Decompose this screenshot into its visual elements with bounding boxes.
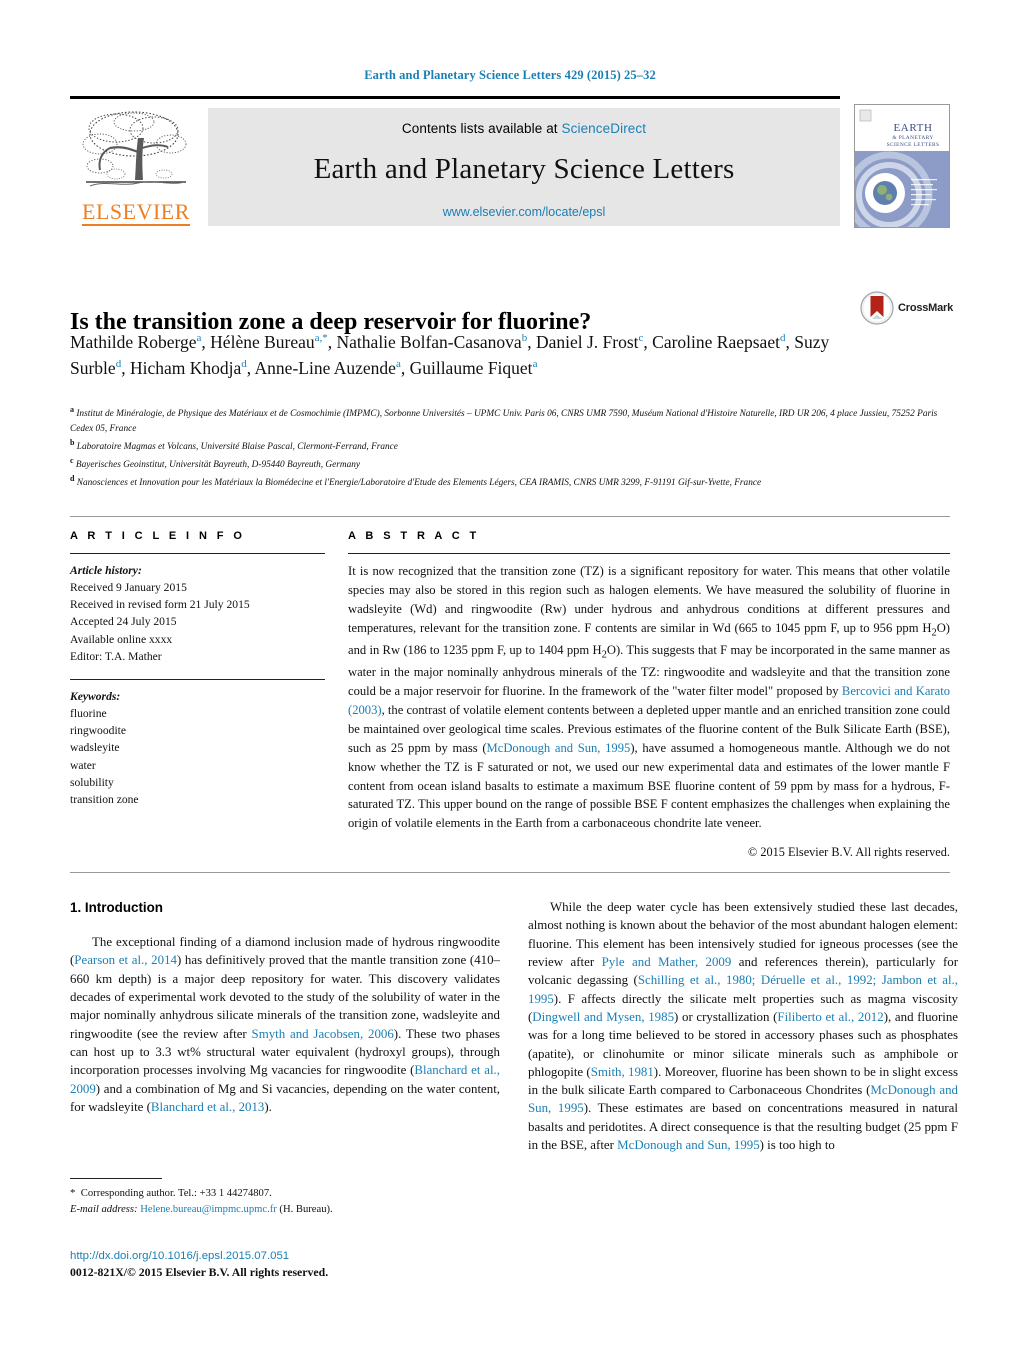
keyword-item: wadsleyite	[70, 741, 120, 755]
contents-prefix: Contents lists available at	[401, 121, 562, 136]
crossmark-badge[interactable]: CrossMark	[860, 288, 958, 328]
info-top-rule	[70, 516, 950, 517]
footnote-block: * Corresponding author. Tel.: +33 1 4427…	[70, 1178, 500, 1217]
affiliation-text: Institut de Minéralogie, de Physique des…	[70, 409, 938, 435]
article-info-heading: A R T I C L E I N F O	[70, 530, 246, 542]
section-heading-introduction: 1. Introduction	[70, 900, 163, 915]
journal-cover-thumbnail: EARTH & PLANETARY SCIENCE LETTERS	[854, 104, 950, 228]
article-info-column: A R T I C L E I N F O Article history: R…	[70, 530, 325, 808]
body-column-right: While the deep water cycle has been exte…	[528, 898, 958, 1154]
affiliation-marker: d	[70, 474, 75, 484]
history-item: Editor: T.A. Mather	[70, 649, 162, 663]
abstract-column: A B S T R A C T It is now recognized tha…	[348, 530, 950, 860]
keywords-label: Keywords:	[70, 689, 121, 703]
doi-link[interactable]: http://dx.doi.org/10.1016/j.epsl.2015.07…	[70, 1248, 500, 1264]
elsevier-tree-icon	[82, 111, 187, 187]
journal-cover-image: EARTH & PLANETARY SCIENCE LETTERS	[855, 105, 949, 227]
keyword-item: solubility	[70, 775, 114, 789]
author-list: Mathilde Robergea, Hélène Bureaua,*, Nat…	[70, 332, 830, 378]
running-head: Earth and Planetary Science Letters 429 …	[364, 68, 656, 82]
affiliation-text: Bayerisches Geoinstitut, Universität Bay…	[75, 460, 360, 471]
intro-paragraph-left: The exceptional finding of a diamond inc…	[70, 935, 500, 1114]
elsevier-logo: ELSEVIER	[72, 108, 200, 226]
abstract-copyright: © 2015 Elsevier B.V. All rights reserved…	[747, 845, 950, 860]
info-bottom-rule	[70, 872, 950, 873]
svg-text:SCIENCE LETTERS: SCIENCE LETTERS	[887, 142, 940, 148]
abstract-heading: A B S T R A C T	[348, 530, 480, 542]
email-address-note[interactable]: E-mail address: Helene.bureau@impmc.upmc…	[70, 1202, 500, 1217]
affiliation-marker: c	[70, 456, 74, 466]
svg-text:& PLANETARY: & PLANETARY	[892, 135, 933, 141]
journal-article-page: Earth and Planetary Science Letters 429 …	[0, 0, 1020, 1351]
article-history-label: Article history:	[70, 564, 142, 577]
keyword-item: fluorine	[70, 707, 107, 721]
elsevier-wordmark: ELSEVIER	[82, 199, 190, 226]
journal-masthead: ELSEVIER Contents lists available at Sci…	[70, 96, 950, 232]
history-item: Received in revised form 21 July 2015	[70, 598, 250, 612]
abstract-divider	[348, 553, 950, 554]
doi-block: http://dx.doi.org/10.1016/j.epsl.2015.07…	[70, 1248, 500, 1281]
affiliation-text: Laboratoire Magmas et Volcans, Universit…	[76, 442, 398, 453]
affiliation-item: b Laboratoire Magmas et Volcans, Univers…	[70, 437, 950, 455]
footnote-rule	[70, 1178, 162, 1179]
affiliation-text: Nanosciences et Innovation pour les Maté…	[76, 478, 762, 489]
crossmark-icon	[860, 291, 894, 325]
history-item: Available online xxxx	[70, 632, 173, 646]
journal-url[interactable]: www.elsevier.com/locate/epsl	[443, 205, 606, 219]
keyword-item: ringwoodite	[70, 724, 127, 738]
affiliation-item: a Institut de Minéralogie, de Physique d…	[70, 404, 950, 437]
abstract-text: It is now recognized that the transition…	[348, 564, 950, 831]
keyword-item: transition zone	[70, 792, 139, 806]
svg-text:EARTH: EARTH	[893, 122, 932, 134]
article-info-divider	[70, 553, 325, 554]
sciencedirect-link[interactable]: ScienceDirect	[562, 121, 647, 136]
keywords-block: Keywords: fluorine ringwoodite wadsleyit…	[70, 678, 325, 808]
crossmark-label: CrossMark	[898, 302, 954, 314]
affiliation-list: a Institut de Minéralogie, de Physique d…	[70, 404, 950, 492]
intro-paragraph-right: While the deep water cycle has been exte…	[528, 900, 959, 1153]
affiliation-marker: a	[70, 405, 74, 414]
affiliation-item: c Bayerisches Geoinstitut, Universität B…	[70, 455, 950, 473]
journal-title: Earth and Planetary Science Letters	[313, 153, 735, 185]
affiliation-marker: b	[70, 438, 75, 448]
issn-copyright-line: 0012-821X/© 2015 Elsevier B.V. All right…	[70, 1265, 329, 1280]
body-column-left: 1. Introduction The exceptional finding …	[70, 898, 500, 1116]
keywords-divider	[70, 678, 325, 680]
masthead-top-rule	[70, 96, 840, 99]
masthead-grey-band: Contents lists available at ScienceDirec…	[208, 108, 840, 226]
corresponding-author-note: * Corresponding author. Tel.: +33 1 4427…	[70, 1187, 272, 1199]
history-item: Received 9 January 2015	[70, 581, 187, 595]
contents-available-line: Contents lists available at ScienceDirec…	[402, 121, 646, 136]
keyword-item: water	[70, 758, 96, 772]
history-item: Accepted 24 July 2015	[70, 615, 177, 629]
affiliation-item: d Nanosciences et Innovation pour les Ma…	[70, 473, 950, 491]
article-history-block: Article history: Received 9 January 2015…	[70, 562, 325, 665]
